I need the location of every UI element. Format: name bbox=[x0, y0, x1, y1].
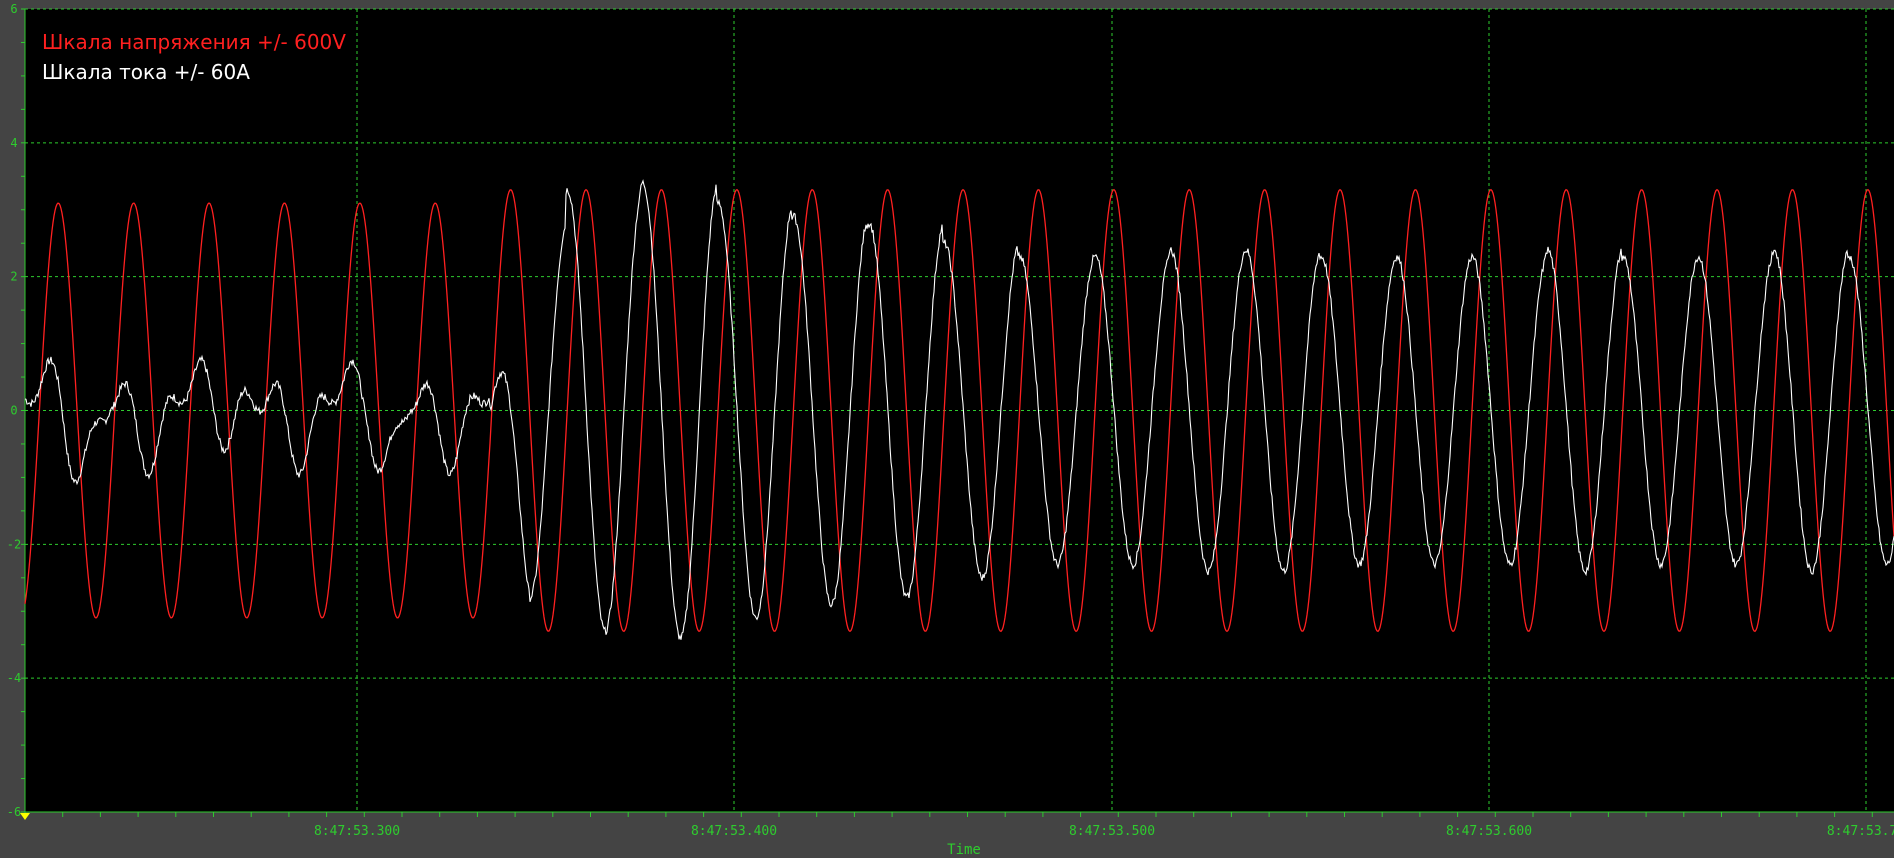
y-tick-label: 0 bbox=[10, 404, 17, 418]
y-tick-label: -2 bbox=[7, 537, 21, 551]
x-axis-label: Time bbox=[947, 842, 981, 858]
oscilloscope-chart: 6 4 2 0 -2 -4 -6 8:47:53.300 8:47:53.400 8:47:53… bbox=[0, 0, 1894, 858]
y-tick-label: -4 bbox=[7, 671, 21, 685]
y-tick-label: -6 bbox=[7, 805, 21, 819]
x-tick-label: 8:47:53.70 bbox=[1827, 824, 1894, 839]
y-tick-label: 2 bbox=[10, 270, 17, 284]
x-tick-label: 8:47:53.600 bbox=[1446, 824, 1532, 839]
x-tick-label: 8:47:53.300 bbox=[314, 824, 400, 839]
legend-voltage-label: Шкала напряжения +/- 600V bbox=[42, 30, 346, 54]
legend-current-label: Шкала тока +/- 60A bbox=[42, 60, 250, 84]
y-tick-label: 6 bbox=[10, 2, 17, 16]
x-tick-label: 8:47:53.500 bbox=[1069, 824, 1155, 839]
y-tick-label: 4 bbox=[10, 136, 17, 150]
x-tick-label: 8:47:53.400 bbox=[691, 824, 777, 839]
plot-area bbox=[25, 9, 1894, 812]
